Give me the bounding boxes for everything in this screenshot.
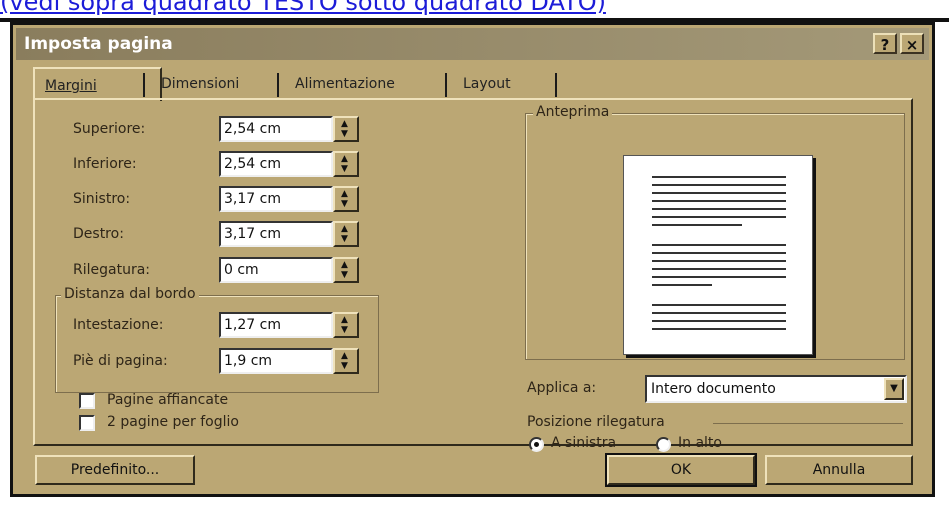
- sinistro-input[interactable]: 3,17 cm: [219, 186, 333, 212]
- pie-di-pagina-input[interactable]: 1,9 cm: [219, 348, 333, 374]
- destro-input[interactable]: 3,17 cm: [219, 221, 333, 247]
- preview-line: [652, 200, 786, 202]
- spin-up-icon[interactable]: ▲: [341, 316, 348, 325]
- spin-up-icon[interactable]: ▲: [341, 352, 348, 361]
- tab-alimentazione[interactable]: Alimentazione: [285, 67, 405, 99]
- spin-up-icon[interactable]: ▲: [341, 190, 348, 199]
- spin-up-icon[interactable]: ▲: [341, 225, 348, 234]
- applica-label: Applica a:: [527, 380, 597, 396]
- title-bar: Imposta pagina ? ×: [16, 28, 929, 60]
- sinistro-spin-buttons[interactable]: ▲ ▼: [333, 186, 359, 212]
- spin-down-icon[interactable]: ▼: [341, 200, 348, 209]
- pagine-affiancate-checkbox[interactable]: [79, 393, 95, 409]
- radio-a-sinistra[interactable]: [529, 437, 544, 452]
- destro-label: Destro:: [73, 226, 124, 242]
- preview-line: [652, 268, 786, 270]
- preview-line: [652, 276, 786, 278]
- distanza-group: [55, 295, 379, 393]
- spin-up-icon[interactable]: ▲: [341, 155, 348, 164]
- pie-di-pagina-label: Piè di pagina:: [73, 353, 168, 369]
- inferiore-spin-buttons[interactable]: ▲ ▼: [333, 151, 359, 177]
- chevron-down-icon[interactable]: ▼: [884, 378, 904, 400]
- due-pagine-label: 2 pagine per foglio: [107, 414, 239, 430]
- in-alto-label: In alto: [678, 435, 722, 451]
- rilegatura-spin-buttons[interactable]: ▲ ▼: [333, 257, 359, 283]
- preview-line: [652, 184, 786, 186]
- sinistro-spinner[interactable]: 3,17 cm ▲ ▼: [219, 186, 359, 212]
- preview-line: [652, 252, 786, 254]
- preview-line: [652, 328, 786, 330]
- distanza-group-title: Distanza dal bordo: [61, 286, 199, 302]
- help-button[interactable]: ?: [873, 33, 897, 54]
- superiore-input[interactable]: 2,54 cm: [219, 116, 333, 142]
- superiore-spinner[interactable]: 2,54 cm ▲ ▼: [219, 116, 359, 142]
- applica-select[interactable]: Intero documento ▼: [645, 375, 907, 403]
- superiore-spin-buttons[interactable]: ▲ ▼: [333, 116, 359, 142]
- close-button[interactable]: ×: [900, 33, 924, 54]
- inferiore-input[interactable]: 2,54 cm: [219, 151, 333, 177]
- intestazione-label: Intestazione:: [73, 317, 164, 333]
- rilegatura-spinner[interactable]: 0 cm ▲ ▼: [219, 257, 359, 283]
- preview-line: [652, 176, 786, 178]
- preview-line: [652, 208, 786, 210]
- intestazione-spin-buttons[interactable]: ▲ ▼: [333, 312, 359, 338]
- pie-di-pagina-spinner[interactable]: 1,9 cm ▲ ▼: [219, 348, 359, 374]
- anteprima-title: Anteprima: [533, 104, 613, 120]
- spin-down-icon[interactable]: ▼: [341, 326, 348, 335]
- tab-separator: [143, 73, 145, 97]
- spin-down-icon[interactable]: ▼: [341, 235, 348, 244]
- page-setup-dialog: Imposta pagina ? × Margini Dimensioni Al…: [10, 22, 935, 497]
- tab-layout[interactable]: Layout: [453, 67, 521, 99]
- tab-separator: [445, 73, 447, 97]
- inferiore-spinner[interactable]: 2,54 cm ▲ ▼: [219, 151, 359, 177]
- spin-down-icon[interactable]: ▼: [341, 271, 348, 280]
- preview-line: [652, 284, 712, 286]
- rilegatura-label: Rilegatura:: [73, 262, 150, 278]
- dialog-title: Imposta pagina: [24, 34, 173, 54]
- preview-line: [652, 260, 786, 262]
- spin-down-icon[interactable]: ▼: [341, 130, 348, 139]
- pie-di-pagina-spin-buttons[interactable]: ▲ ▼: [333, 348, 359, 374]
- sinistro-label: Sinistro:: [73, 191, 131, 207]
- intestazione-input[interactable]: 1,27 cm: [219, 312, 333, 338]
- destro-spin-buttons[interactable]: ▲ ▼: [333, 221, 359, 247]
- preview-line: [652, 192, 786, 194]
- spin-up-icon[interactable]: ▲: [341, 261, 348, 270]
- intestazione-spinner[interactable]: 1,27 cm ▲ ▼: [219, 312, 359, 338]
- applica-select-value: Intero documento: [651, 381, 776, 397]
- preview-line: [652, 216, 786, 218]
- annulla-button[interactable]: Annulla: [765, 455, 913, 485]
- posizione-title: Posizione rilegatura: [527, 414, 665, 430]
- tab-separator: [555, 73, 557, 97]
- page-preview-image: [623, 155, 813, 355]
- inferiore-label: Inferiore:: [73, 156, 137, 172]
- ok-button[interactable]: OK: [605, 453, 757, 487]
- pagine-affiancate-label: Pagine affiancate: [107, 392, 229, 408]
- destro-spinner[interactable]: 3,17 cm ▲ ▼: [219, 221, 359, 247]
- a-sinistra-label: A sinistra: [551, 435, 617, 451]
- superiore-label: Superiore:: [73, 121, 146, 137]
- preview-line: [652, 312, 786, 314]
- preview-line: [652, 304, 786, 306]
- preview-line: [652, 320, 786, 322]
- predefinito-button[interactable]: Predefinito...: [35, 455, 195, 485]
- tab-dimensioni[interactable]: Dimensioni: [151, 67, 249, 99]
- posizione-separator: [713, 423, 903, 424]
- radio-in-alto[interactable]: [656, 437, 671, 452]
- preview-line: [652, 224, 742, 226]
- spin-down-icon[interactable]: ▼: [341, 165, 348, 174]
- due-pagine-checkbox[interactable]: [79, 415, 95, 431]
- rilegatura-input[interactable]: 0 cm: [219, 257, 333, 283]
- tab-separator: [277, 73, 279, 97]
- spin-down-icon[interactable]: ▼: [341, 362, 348, 371]
- background-document-text: (vedi sopra quadrato TESTO sotto quadrat…: [0, 0, 606, 16]
- preview-line: [652, 244, 786, 246]
- spin-up-icon[interactable]: ▲: [341, 120, 348, 129]
